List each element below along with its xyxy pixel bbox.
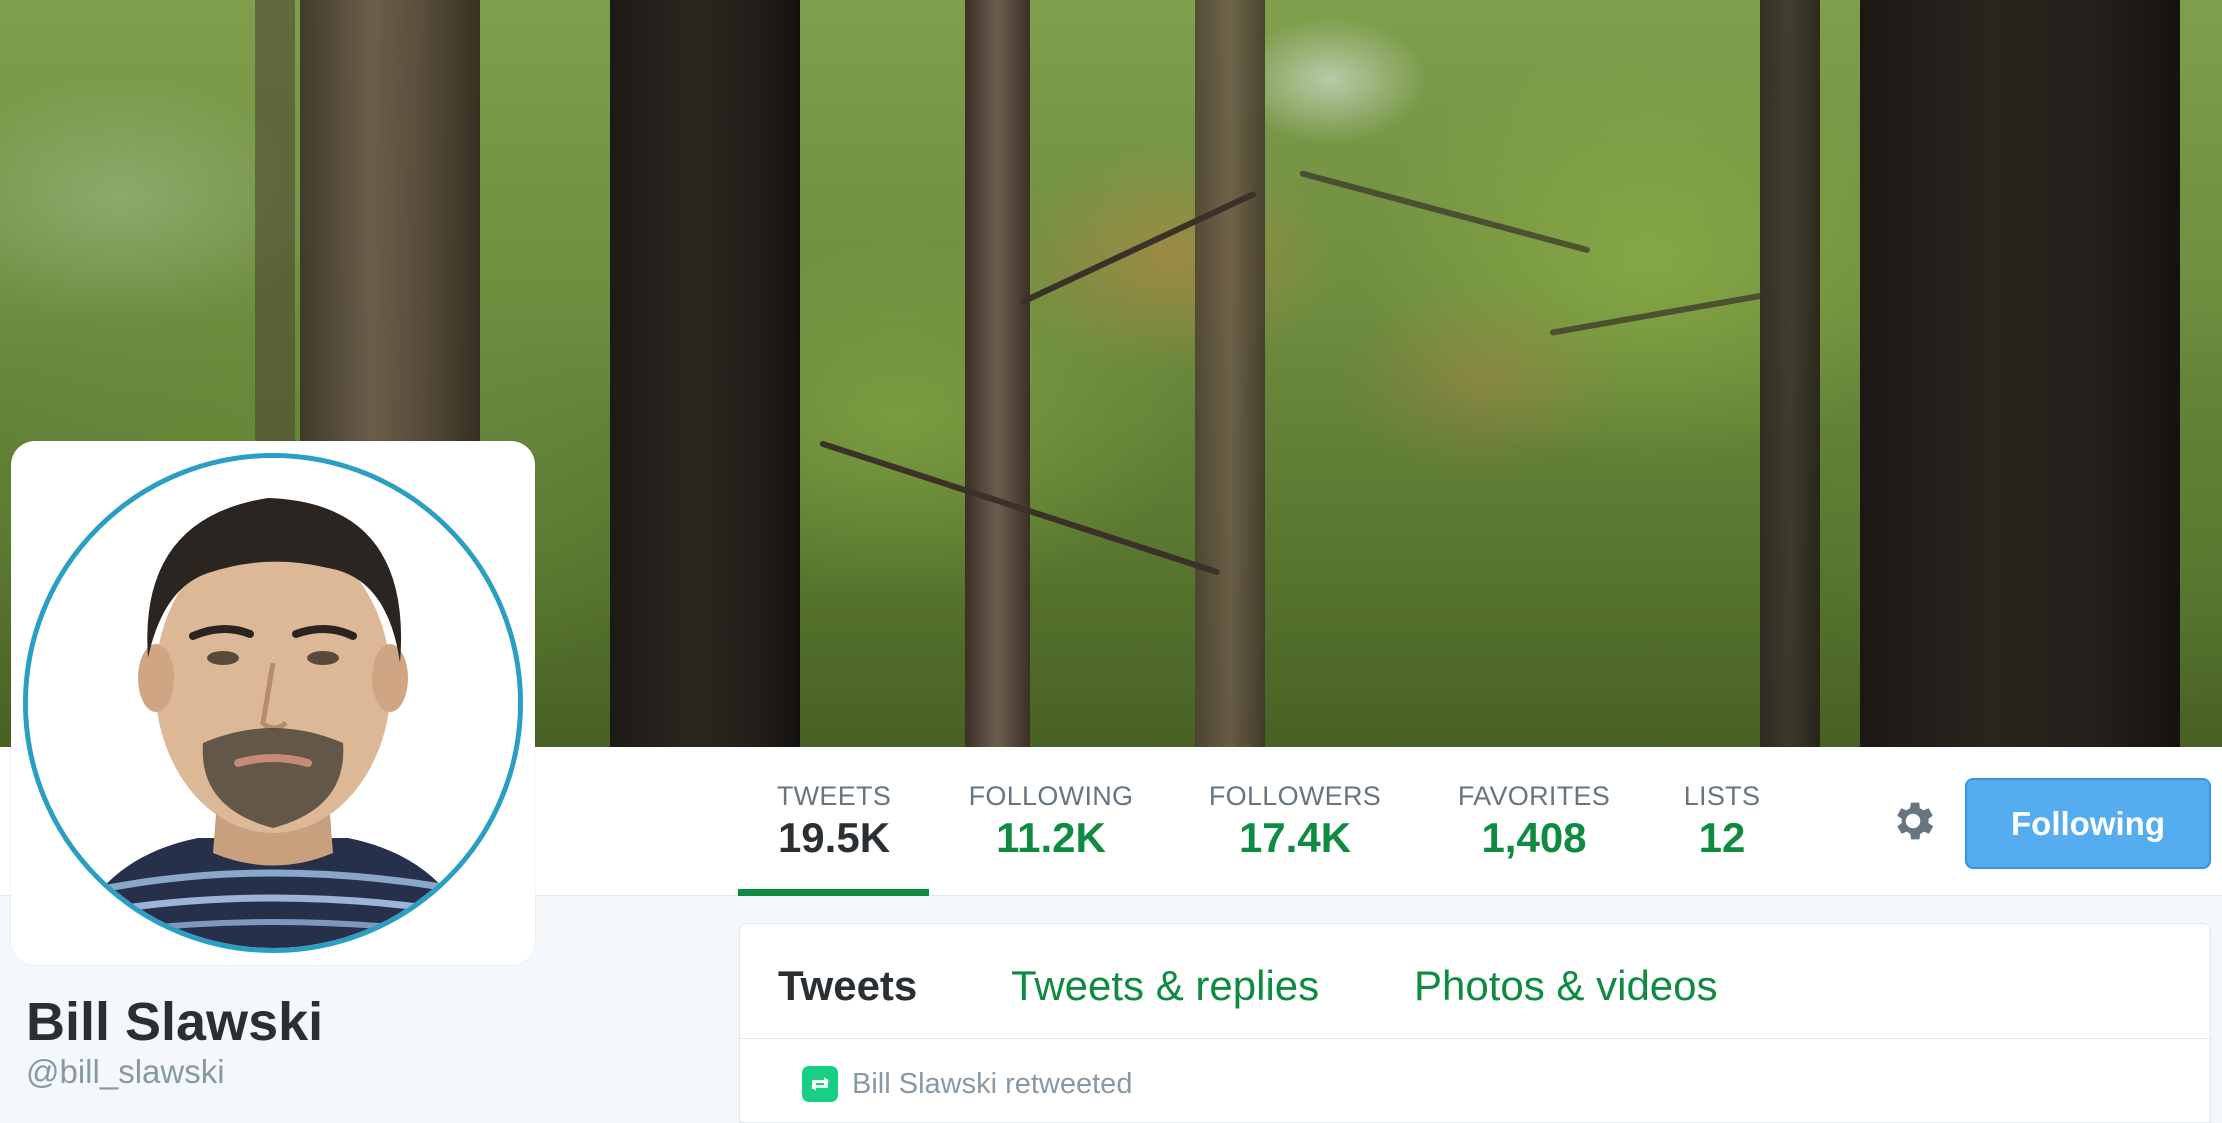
timeline-card: Tweets Tweets & replies Photos & videos … [739,923,2211,1123]
stat-tweets[interactable]: TWEETS 19.5K [755,780,913,864]
stat-followers[interactable]: FOLLOWERS 17.4K [1203,780,1387,864]
stat-label: FAVORITES [1457,781,1611,811]
stat-value: 17.4K [1238,814,1352,861]
active-stat-underline [738,889,929,896]
stat-lists[interactable]: LISTS 12 [1680,780,1764,864]
stat-following[interactable]: FOLLOWING 11.2K [962,780,1140,864]
retweet-context: Bill Slawski retweeted [802,1066,1132,1102]
stat-value: 11.2K [996,814,1106,861]
tab-tweets-and-replies[interactable]: Tweets & replies [1011,962,1319,1010]
stat-label: TWEETS [776,781,892,811]
avatar-card [11,441,535,965]
tab-photos-and-videos[interactable]: Photos & videos [1414,962,1718,1010]
stat-favorites[interactable]: FAVORITES 1,408 [1450,780,1618,864]
profile-handle[interactable]: @bill_slawski [26,1052,225,1092]
following-button[interactable]: Following [1965,778,2211,869]
stat-label: LISTS [1683,781,1761,811]
stat-value: 1,408 [1481,814,1587,861]
retweet-icon [802,1066,838,1102]
stat-label: FOLLOWERS [1208,781,1382,811]
retweet-context-text[interactable]: Bill Slawski retweeted [852,1066,1132,1102]
tab-tweets[interactable]: Tweets [778,962,917,1010]
avatar-portrait [28,458,518,948]
avatar[interactable] [23,453,523,953]
timeline-tabs: Tweets Tweets & replies Photos & videos [740,924,2210,1039]
stat-value: 19.5K [777,814,891,861]
profile-name[interactable]: Bill Slawski [26,990,323,1054]
stat-label: FOLLOWING [968,781,1134,811]
gear-icon[interactable] [1888,796,1938,846]
stat-value: 12 [1698,814,1746,861]
